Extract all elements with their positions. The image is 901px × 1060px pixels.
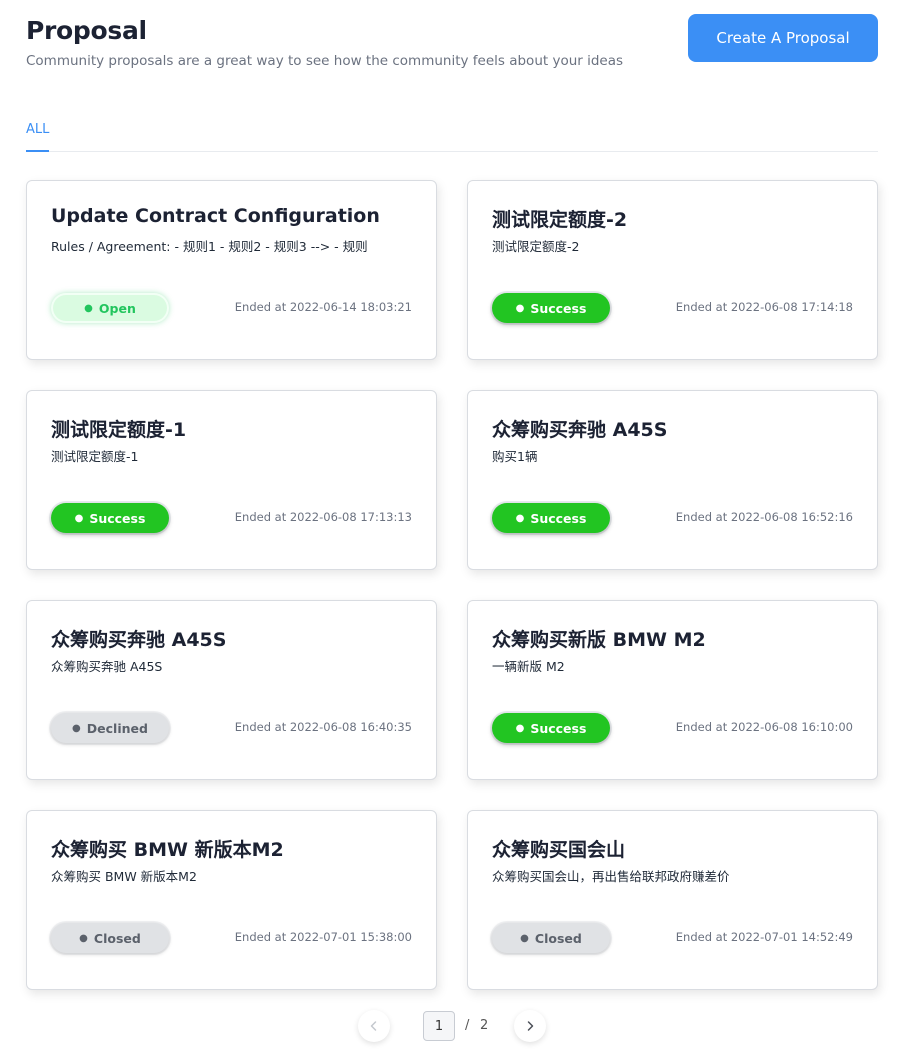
status-label: Closed [534, 930, 582, 946]
proposal-card[interactable]: 众筹购买奔驰 A45S 购买1辆 ● Success Ended at 2022… [467, 390, 878, 570]
status-dot-icon: ● [520, 932, 529, 944]
tab-all[interactable]: ALL [26, 120, 50, 152]
status-label: Success [530, 720, 587, 736]
proposal-title: 众筹购买国会山 [492, 839, 626, 861]
proposal-description: Rules / Agreement: - 规则1 - 规则2 - 规则3 -->… [51, 239, 368, 254]
proposal-end-date: Ended at 2022-06-08 17:14:18 [675, 300, 853, 314]
proposal-title: 众筹购买奔驰 A45S [51, 629, 227, 651]
proposal-description: 众筹购买奔驰 A45S [51, 659, 163, 674]
status-dot-icon: ● [515, 512, 525, 524]
proposal-card[interactable]: 众筹购买新版 BMW M2 一辆新版 M2 ● Success Ended at… [467, 600, 878, 780]
status-badge: ● Closed [51, 923, 169, 953]
status-badge: ● Declined [51, 713, 169, 743]
pagination: 1 / 2 [356, 1008, 556, 1044]
proposal-title: 众筹购买新版 BMW M2 [492, 629, 706, 651]
proposal-card[interactable]: 众筹购买 BMW 新版本M2 众筹购买 BMW 新版本M2 ● Closed E… [26, 810, 437, 990]
prev-page-button[interactable] [358, 1010, 390, 1042]
proposal-description: 购买1辆 [492, 449, 538, 464]
status-dot-icon: ● [72, 722, 81, 734]
status-label: Open [98, 300, 136, 316]
status-label: Success [530, 300, 587, 316]
proposal-end-date: Ended at 2022-06-08 16:40:35 [234, 720, 412, 734]
proposal-end-date: Ended at 2022-07-01 15:38:00 [234, 930, 412, 944]
next-page-button[interactable] [514, 1010, 546, 1042]
status-badge: ● Success [492, 503, 610, 533]
proposal-title: 测试限定额度-2 [492, 209, 628, 231]
status-dot-icon: ● [74, 512, 84, 524]
tab-bar: ALL [26, 120, 878, 152]
status-label: Declined [86, 720, 148, 736]
page-number-input[interactable]: 1 [423, 1011, 455, 1041]
page-subtitle: Community proposals are a great way to s… [26, 53, 624, 69]
proposal-card[interactable]: 测试限定额度-1 测试限定额度-1 ● Success Ended at 202… [26, 390, 437, 570]
status-badge: ● Success [51, 503, 169, 533]
proposal-card[interactable]: Update Contract Configuration Rules / Ag… [26, 180, 437, 360]
proposal-end-date: Ended at 2022-06-08 17:13:13 [234, 510, 412, 524]
proposal-description: 众筹购买 BMW 新版本M2 [51, 869, 197, 884]
proposal-description: 测试限定额度-2 [492, 239, 580, 254]
chevron-left-icon [370, 1021, 377, 1031]
page-title: Proposal [26, 16, 147, 45]
proposal-end-date: Ended at 2022-06-14 18:03:21 [234, 300, 412, 314]
proposal-end-date: Ended at 2022-06-08 16:52:16 [675, 510, 853, 524]
proposal-end-date: Ended at 2022-06-08 16:10:00 [675, 720, 853, 734]
status-label: Success [530, 510, 587, 526]
status-dot-icon: ● [79, 932, 88, 944]
chevron-right-icon [527, 1021, 534, 1031]
page-total: 2 [480, 1018, 489, 1033]
proposal-title: 众筹购买 BMW 新版本M2 [51, 839, 284, 861]
proposal-card[interactable]: 众筹购买国会山 众筹购买国会山，再出售给联邦政府赚差价 ● Closed End… [467, 810, 878, 990]
page-header: Proposal Community proposals are a great… [26, 16, 623, 69]
proposal-title: Update Contract Configuration [51, 205, 380, 227]
status-badge: ● Closed [492, 923, 610, 953]
page-separator: / [465, 1018, 470, 1033]
proposal-card[interactable]: 众筹购买奔驰 A45S 众筹购买奔驰 A45S ● Declined Ended… [26, 600, 437, 780]
status-label: Closed [93, 930, 141, 946]
status-badge: ● Success [492, 293, 610, 323]
create-proposal-button[interactable]: Create A Proposal [688, 14, 878, 62]
status-dot-icon: ● [515, 722, 525, 734]
proposal-description: 众筹购买国会山，再出售给联邦政府赚差价 [492, 869, 730, 884]
proposal-description: 一辆新版 M2 [492, 659, 565, 674]
status-badge: ● Open [51, 293, 169, 323]
proposal-title: 众筹购买奔驰 A45S [492, 419, 668, 441]
proposal-title: 测试限定额度-1 [51, 419, 187, 441]
status-dot-icon: ● [515, 302, 525, 314]
proposal-description: 测试限定额度-1 [51, 449, 139, 464]
status-badge: ● Success [492, 713, 610, 743]
proposal-card[interactable]: 测试限定额度-2 测试限定额度-2 ● Success Ended at 202… [467, 180, 878, 360]
status-dot-icon: ● [84, 302, 93, 314]
proposal-end-date: Ended at 2022-07-01 14:52:49 [675, 930, 853, 944]
status-label: Success [89, 510, 146, 526]
